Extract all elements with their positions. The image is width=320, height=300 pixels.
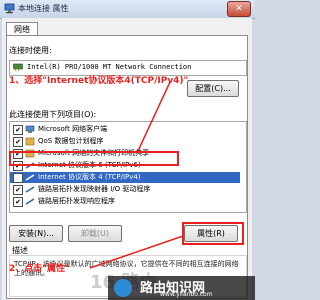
- protocol-icon: [25, 198, 35, 205]
- items-list[interactable]: ✔ Microsoft 网络客户端 ✔ QoS 数据包计划程序 ✔ Micros…: [9, 121, 247, 213]
- list-item-selected[interactable]: ✔ Internet 协议版本 4 (TCP/IPv4): [10, 172, 240, 183]
- items-label: 此连接使用下列项目(O):: [9, 110, 97, 119]
- watermark-url: www.yilanbo.com: [160, 291, 213, 298]
- watermark: 路由知识网 www.yilanbo.com: [108, 276, 255, 300]
- uninstall-button[interactable]: 卸载(U): [68, 225, 122, 242]
- checkbox[interactable]: ✔: [13, 173, 23, 183]
- protocol-icon: [25, 186, 35, 193]
- list-item[interactable]: ✔ 链路层拓扑发现响应程序: [10, 196, 240, 207]
- highlight-ipv4: [9, 151, 179, 166]
- highlight-properties: [182, 222, 244, 245]
- item-label: Internet 协议版本 4 (TCP/IPv4): [38, 173, 141, 181]
- close-button[interactable]: ✕: [227, 1, 251, 17]
- item-label: QoS 数据包计划程序: [38, 137, 104, 145]
- adapter-name: Intel(R) PRO/1000 MT Network Connection: [27, 63, 192, 71]
- annotation-step2: 2、点击"属性": [9, 264, 70, 274]
- item-label: 链路层拓扑发现响应程序: [38, 197, 115, 205]
- checkbox[interactable]: ✔: [13, 185, 23, 195]
- item-label: 链路层拓扑发现映射器 I/O 驱动程序: [38, 185, 151, 193]
- checkbox[interactable]: ✔: [13, 137, 23, 147]
- connect-using-label: 连接时使用:: [9, 46, 52, 55]
- tab-network[interactable]: 网络: [6, 22, 38, 36]
- configure-button[interactable]: 配置(C)...: [187, 80, 239, 97]
- adapter-icon: [13, 63, 23, 71]
- site-logo-icon: [114, 279, 132, 297]
- client-icon: [25, 125, 35, 133]
- protocol-icon: [25, 174, 35, 181]
- network-icon: [4, 3, 15, 14]
- item-label: Microsoft 网络客户端: [38, 125, 108, 133]
- list-item[interactable]: ✔ QoS 数据包计划程序: [10, 136, 240, 147]
- service-icon: [25, 137, 35, 146]
- install-button[interactable]: 安装(N)...: [9, 225, 63, 242]
- annotation-step1: 1、选择"Internet协议版本4(TCP/IPv4)": [9, 76, 189, 86]
- checkbox[interactable]: ✔: [13, 197, 23, 207]
- title-bar: 本地连接 属性 ✕: [0, 0, 255, 19]
- checkbox[interactable]: ✔: [13, 125, 23, 135]
- list-item[interactable]: ✔ 链路层拓扑发现映射器 I/O 驱动程序: [10, 184, 240, 195]
- list-item[interactable]: ✔ Microsoft 网络客户端: [10, 124, 240, 135]
- window-title: 本地连接 属性: [18, 4, 69, 13]
